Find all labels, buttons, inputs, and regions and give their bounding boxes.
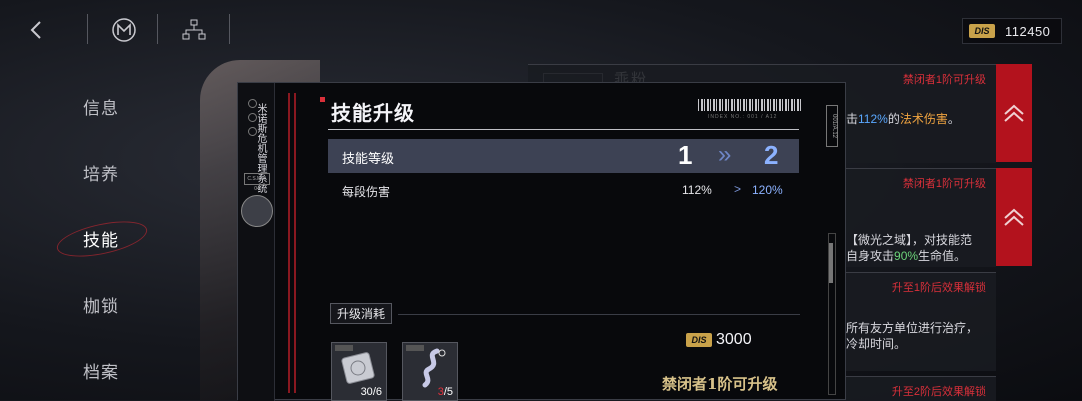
panel-text-line2: 自身攻击90%生命值。 bbox=[846, 249, 967, 263]
nav-item-train[interactable]: 培养 bbox=[56, 160, 146, 185]
title-divider bbox=[328, 129, 799, 130]
scrollbar-thumb[interactable] bbox=[829, 243, 833, 283]
title-marker bbox=[320, 97, 325, 102]
unlock-requirement: 禁闭者1阶可升级 bbox=[662, 375, 778, 393]
nav-item-skill[interactable]: 技能 bbox=[56, 226, 146, 251]
system-badge: C.S.M.P. 04 bbox=[244, 173, 270, 192]
red-rail bbox=[288, 93, 296, 393]
panel-head: 升至2阶后效果解锁 bbox=[891, 386, 986, 398]
double-chevron-up-icon bbox=[1004, 208, 1024, 226]
material-slot-1[interactable]: 30/6 bbox=[331, 342, 387, 401]
coin-cost: DIS 3000 bbox=[686, 331, 752, 349]
modal-title: 技能升级 bbox=[331, 103, 415, 125]
upgrade-tab-1[interactable] bbox=[996, 64, 1032, 162]
panel-text-line2: 冷却时间。 bbox=[846, 337, 907, 351]
side-code: 001/A.12 bbox=[826, 105, 838, 147]
nav-item-shackle[interactable]: 枷锁 bbox=[56, 292, 146, 317]
m-emblem-icon bbox=[112, 18, 136, 42]
divider bbox=[157, 14, 158, 44]
damage-next: 120% bbox=[752, 183, 783, 197]
skill-level-label: 技能等级 bbox=[342, 151, 395, 166]
chevron-left-icon bbox=[30, 21, 41, 39]
dis-coin-icon: DIS bbox=[969, 24, 995, 38]
skill-upgrade-modal: 米诺斯危机管理系统 C.S.M.P. 04 技能升级 INDEX NO.: 00… bbox=[237, 82, 846, 401]
panel-head: 禁闭者1阶可升级 bbox=[902, 74, 986, 86]
next-level: 2 bbox=[764, 140, 779, 170]
hierarchy-icon bbox=[182, 19, 206, 40]
coin-cost-value: 3000 bbox=[716, 331, 752, 348]
panel-head: 升至1阶后效果解锁 bbox=[891, 282, 986, 294]
modal-side-strip: 米诺斯危机管理系统 C.S.M.P. 04 bbox=[238, 83, 275, 401]
cost-label: 升级消耗 bbox=[330, 303, 393, 324]
material-slot-2[interactable]: 3/5 bbox=[402, 342, 458, 401]
damage-current: 112% bbox=[682, 183, 712, 197]
barcode-caption: INDEX NO.: 001 / A12 bbox=[708, 114, 778, 120]
currency-display: DIS 112450 bbox=[962, 18, 1062, 44]
tentacle-icon bbox=[422, 348, 446, 388]
nav-item-info[interactable]: 信息 bbox=[56, 94, 146, 119]
currency-value: 112450 bbox=[1005, 23, 1051, 39]
top-bar: DIS 112450 bbox=[0, 0, 1082, 58]
panel-text: 击112%的法术伤害。 bbox=[846, 112, 960, 126]
panel-head: 禁闭者1阶可升级 bbox=[902, 178, 986, 190]
silver-plate-icon bbox=[341, 352, 375, 384]
divider bbox=[87, 14, 88, 44]
barcode bbox=[698, 99, 802, 111]
back-button[interactable] bbox=[18, 12, 54, 48]
damage-label: 每段伤害 bbox=[342, 185, 391, 199]
panel-text-line1: 【微光之域】，对技能范 bbox=[846, 233, 973, 247]
skill-level-row: 技能等级 1 » 2 bbox=[328, 139, 799, 173]
damage-arrow-icon: > bbox=[734, 182, 742, 196]
panel-text-line1: 所有友方单位进行治疗， bbox=[846, 321, 979, 335]
divider bbox=[229, 14, 230, 44]
nav-item-archive[interactable]: 档案 bbox=[56, 358, 146, 383]
dis-coin-icon: DIS bbox=[686, 333, 712, 347]
hierarchy-button[interactable] bbox=[176, 12, 212, 48]
system-emblem-icon bbox=[241, 195, 273, 227]
material-count: 3/5 bbox=[437, 386, 453, 398]
double-chevron-up-icon bbox=[1004, 104, 1024, 122]
emblem-button[interactable] bbox=[106, 12, 142, 48]
material-count: 30/6 bbox=[360, 386, 382, 398]
level-arrow-icon: » bbox=[718, 141, 732, 168]
upgrade-tab-2[interactable] bbox=[996, 168, 1032, 266]
current-level: 1 bbox=[678, 140, 693, 170]
cost-divider bbox=[398, 314, 800, 315]
